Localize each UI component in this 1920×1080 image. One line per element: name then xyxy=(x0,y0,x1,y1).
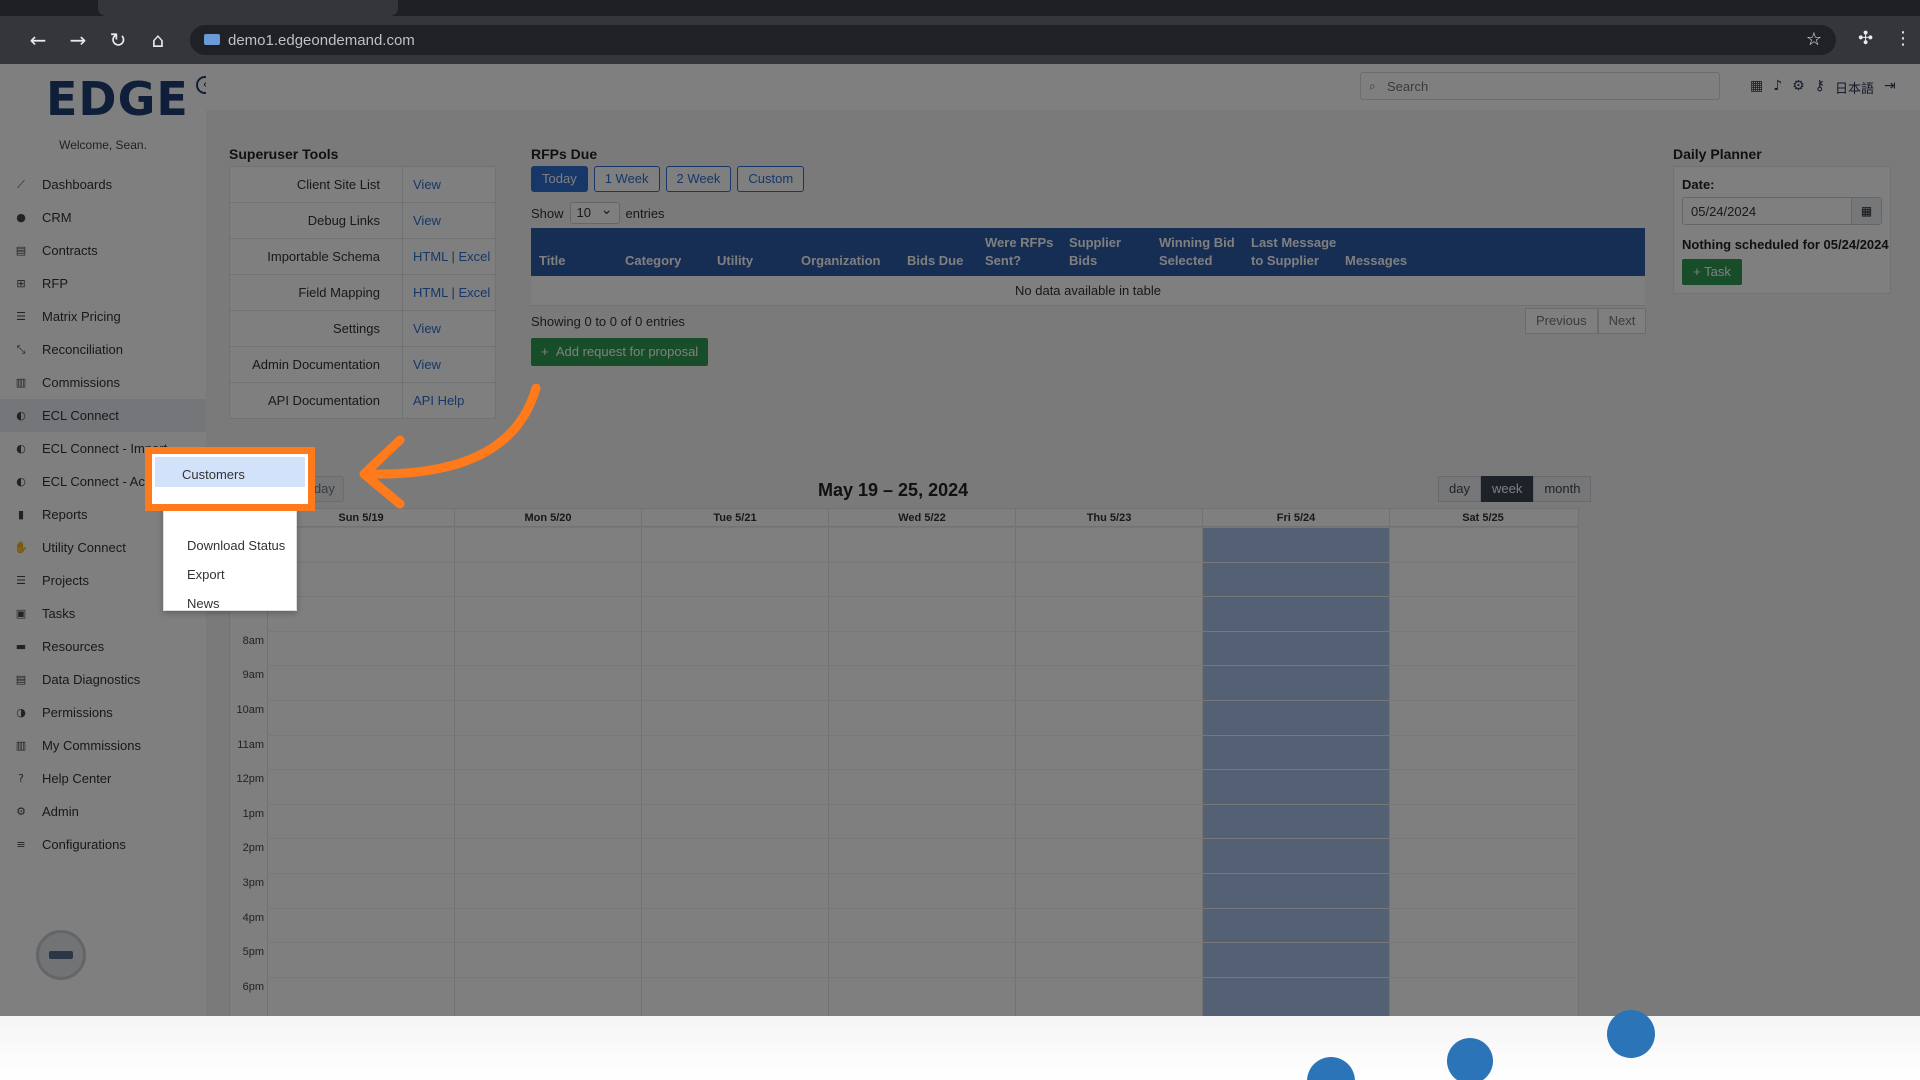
bookmark-star-icon[interactable]: ☆ xyxy=(1806,29,1822,50)
extensions-icon[interactable]: ✣ xyxy=(1858,28,1873,49)
home-icon[interactable]: ⌂ xyxy=(146,28,170,52)
customers-menu-item[interactable]: Customers xyxy=(155,457,305,487)
customers-label: Customers xyxy=(182,467,245,482)
address-bar[interactable]: demo1.edgeondemand.com ☆ xyxy=(190,25,1836,55)
ecl-connect-submenu: Download Status Export News xyxy=(163,503,297,611)
decorative-dot xyxy=(1447,1038,1493,1080)
pointer-arrow-icon xyxy=(359,384,541,509)
back-icon[interactable]: ← xyxy=(26,28,50,52)
highlight-callout: Customers xyxy=(145,447,315,511)
browser-tab[interactable] xyxy=(98,0,398,16)
submenu-item-export[interactable]: Export xyxy=(187,567,225,582)
site-info-icon[interactable] xyxy=(204,34,220,45)
app: EDGE Welcome, Sean. ⟋Dashboards●CRM▤Cont… xyxy=(0,64,1920,1016)
submenu-item-download-status[interactable]: Download Status xyxy=(187,538,285,553)
browser-menu-icon[interactable]: ⋮ xyxy=(1894,28,1912,49)
bottom-area xyxy=(0,1010,1920,1080)
browser-tab-strip xyxy=(0,0,1920,16)
url-text: demo1.edgeondemand.com xyxy=(228,32,415,49)
browser-toolbar: ← → ↻ ⌂ demo1.edgeondemand.com ☆ ✣ ⋮ xyxy=(0,16,1920,64)
submenu-item-news[interactable]: News xyxy=(187,596,220,611)
forward-icon[interactable]: → xyxy=(66,28,90,52)
decorative-dot xyxy=(1307,1057,1355,1080)
reload-icon[interactable]: ↻ xyxy=(106,28,130,52)
decorative-dot xyxy=(1607,1010,1655,1058)
